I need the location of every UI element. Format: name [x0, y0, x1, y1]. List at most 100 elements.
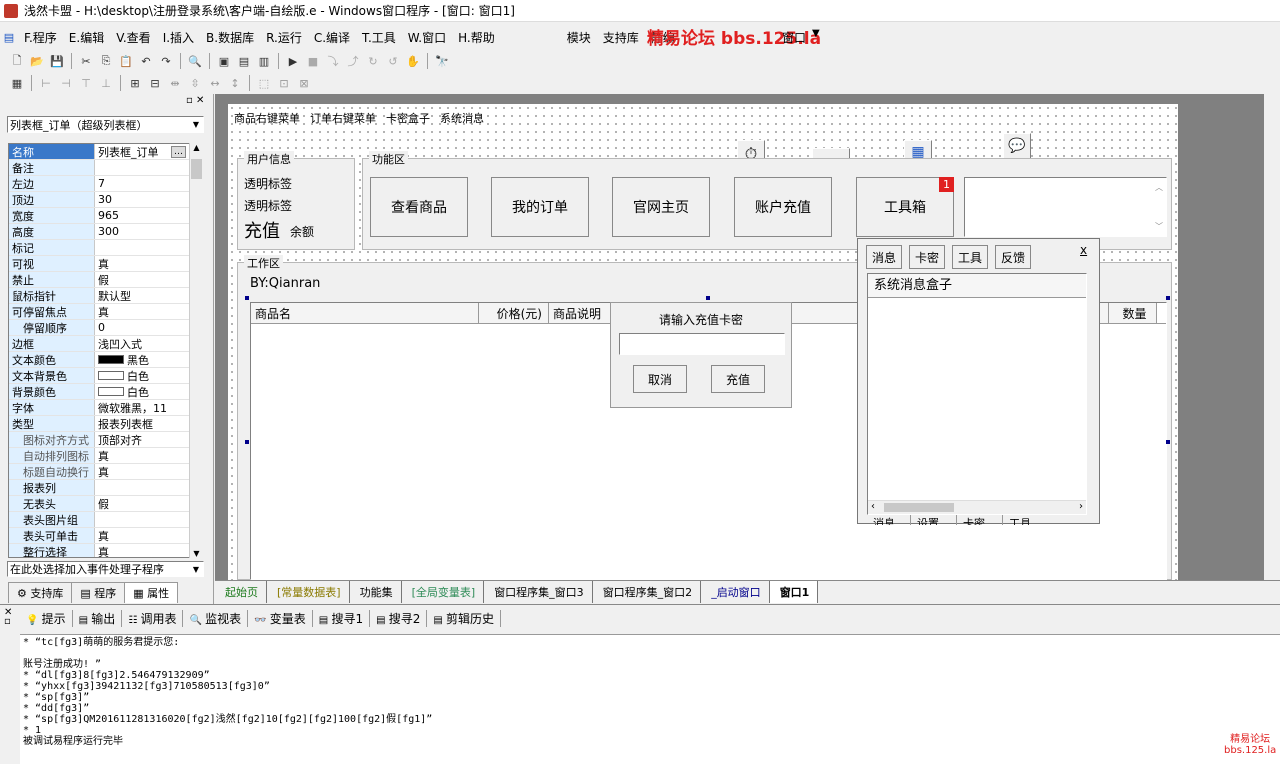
run-icon[interactable]: ▶: [284, 52, 302, 70]
msg-tab-message[interactable]: 消息: [866, 245, 902, 269]
menu-support-lib[interactable]: 支持库: [597, 29, 645, 46]
menu-database[interactable]: B.数据库: [200, 29, 260, 46]
homepage-button[interactable]: 官网主页: [612, 177, 710, 237]
menu-tools[interactable]: T.工具: [356, 29, 402, 46]
property-row[interactable]: 背景颜色 白色: [9, 384, 202, 400]
tab-property[interactable]: ▦ 属性: [124, 582, 179, 603]
msg-tab-tools[interactable]: 工具: [952, 245, 988, 269]
selection-handle[interactable]: [1166, 296, 1170, 300]
msg-bottom-tab[interactable]: 工具: [1003, 515, 1049, 525]
step2-icon[interactable]: ⤴: [344, 52, 362, 70]
property-value[interactable]: 真: [95, 448, 202, 463]
center-h-icon[interactable]: ⊞: [126, 74, 144, 92]
property-value[interactable]: 965: [95, 208, 202, 223]
center-v-icon[interactable]: ⊟: [146, 74, 164, 92]
tab-support-lib[interactable]: ⚙ 支持库: [8, 582, 73, 603]
selection-handle[interactable]: [245, 440, 249, 444]
property-value[interactable]: 30: [95, 192, 202, 207]
msg-hscrollbar[interactable]: ‹ ›: [868, 500, 1086, 514]
align-center-icon[interactable]: ⊣: [57, 74, 75, 92]
layout1-icon[interactable]: ▣: [215, 52, 233, 70]
scroll-down-icon[interactable]: ▼: [190, 549, 203, 558]
editor-tab[interactable]: 窗口1: [769, 581, 819, 603]
space-v-icon[interactable]: ⇳: [186, 74, 204, 92]
scroll-left-icon[interactable]: ‹: [871, 501, 875, 512]
menu-help[interactable]: H.帮助: [452, 29, 501, 46]
scroll-up-icon[interactable]: ︿: [1155, 182, 1163, 193]
property-row[interactable]: 名称 列表框_订单…: [9, 144, 202, 160]
cut-icon[interactable]: ✂: [77, 52, 95, 70]
header-price[interactable]: 价格(元): [479, 303, 549, 323]
stop-icon[interactable]: ■: [304, 52, 322, 70]
bottom-tab[interactable]: ▤ 搜寻2: [370, 610, 428, 627]
layout2-icon[interactable]: ▤: [235, 52, 253, 70]
bottom-tab[interactable]: 👓 变量表: [248, 610, 313, 627]
property-value[interactable]: [95, 160, 202, 175]
align-top-icon[interactable]: ⊤: [77, 74, 95, 92]
property-row[interactable]: 左边 7: [9, 176, 202, 192]
property-row[interactable]: 可停留焦点真: [9, 304, 202, 320]
property-value[interactable]: [95, 512, 202, 527]
msg-close-icon[interactable]: x: [1080, 243, 1087, 257]
menu-system-msg[interactable]: 系统消息: [440, 110, 484, 126]
property-value[interactable]: 顶部对齐: [95, 432, 202, 447]
property-row[interactable]: 无表头假: [9, 496, 202, 512]
step3-icon[interactable]: ↻: [364, 52, 382, 70]
msg-listbox[interactable]: 系统消息盒子 ‹ ›: [867, 273, 1087, 515]
my-orders-button[interactable]: 我的订单: [491, 177, 589, 237]
scroll-up-icon[interactable]: ▲: [190, 143, 203, 152]
property-value[interactable]: 微软雅黑，11: [95, 400, 202, 415]
grid-icon[interactable]: ⊡: [275, 74, 293, 92]
msg-tab-feedback[interactable]: 反馈: [995, 245, 1031, 269]
menu-card-box[interactable]: 卡密盒子: [386, 110, 430, 126]
property-row[interactable]: 报表列: [9, 480, 202, 496]
align-bottom-icon[interactable]: ⊥: [97, 74, 115, 92]
step4-icon[interactable]: ↺: [384, 52, 402, 70]
property-row[interactable]: 鼠标指针 默认型: [9, 288, 202, 304]
step-icon[interactable]: ⤵: [324, 52, 342, 70]
property-value[interactable]: 真: [95, 528, 202, 543]
paste-icon[interactable]: 📋: [117, 52, 135, 70]
ellipsis-button[interactable]: …: [171, 145, 186, 158]
find-icon[interactable]: 🔍: [186, 52, 204, 70]
property-value[interactable]: 白色: [95, 368, 202, 383]
open-file-icon[interactable]: 📂: [28, 52, 46, 70]
property-value[interactable]: 浅凹入式: [95, 336, 202, 351]
same-size-icon[interactable]: ⬚: [255, 74, 273, 92]
property-value[interactable]: 黑色: [95, 352, 202, 367]
hand-icon[interactable]: ✋: [404, 52, 422, 70]
property-row[interactable]: 表头图片组: [9, 512, 202, 528]
dialog-cancel-button[interactable]: 取消: [633, 365, 687, 393]
header-quantity[interactable]: 数量: [1109, 303, 1157, 323]
selection-handle[interactable]: [706, 296, 710, 300]
bottom-tab[interactable]: ▤ 搜寻1: [313, 610, 371, 627]
layout3-icon[interactable]: ▥: [255, 52, 273, 70]
menu-window[interactable]: W.窗口: [402, 29, 452, 46]
bottom-tab[interactable]: ▤ 剪辑历史: [427, 610, 502, 627]
menu-order-context[interactable]: 订单右键菜单: [310, 110, 376, 126]
property-value[interactable]: 真: [95, 464, 202, 479]
view-goods-button[interactable]: 查看商品: [370, 177, 468, 237]
align-left-icon[interactable]: ⊢: [37, 74, 55, 92]
app-menu-icon[interactable]: ▤: [0, 28, 18, 46]
undo-icon[interactable]: ↶: [137, 52, 155, 70]
property-value[interactable]: [95, 480, 202, 495]
output-area[interactable]: * “tc[fg3]萌萌的服务君提示您: 账号注册成功! ” * “dl[fg3]…: [20, 634, 1280, 764]
property-value[interactable]: 报表列表框: [95, 416, 202, 431]
menu-run[interactable]: R.运行: [260, 29, 308, 46]
editor-tab[interactable]: [全局变量表]: [402, 581, 485, 603]
menu-window-right[interactable]: 窗口: [782, 29, 806, 46]
event-combo[interactable]: 在此处选择加入事件处理子程序 ▼: [7, 561, 204, 577]
bottom-tab[interactable]: 🔍 监视表: [183, 610, 249, 627]
property-row[interactable]: 可视真: [9, 256, 202, 272]
scroll-right-icon[interactable]: ›: [1079, 501, 1083, 512]
scroll-thumb[interactable]: [191, 159, 202, 179]
property-value[interactable]: 假: [95, 272, 202, 287]
editor-tab[interactable]: 功能集: [350, 581, 402, 603]
bottom-tab[interactable]: ▤ 输出: [73, 610, 123, 627]
menu-program[interactable]: F.程序: [18, 29, 63, 46]
menu-compile[interactable]: C.编译: [308, 29, 356, 46]
lock-icon[interactable]: ⊠: [295, 74, 313, 92]
property-row[interactable]: 表头可单击真: [9, 528, 202, 544]
property-row[interactable]: 文本背景色 白色: [9, 368, 202, 384]
